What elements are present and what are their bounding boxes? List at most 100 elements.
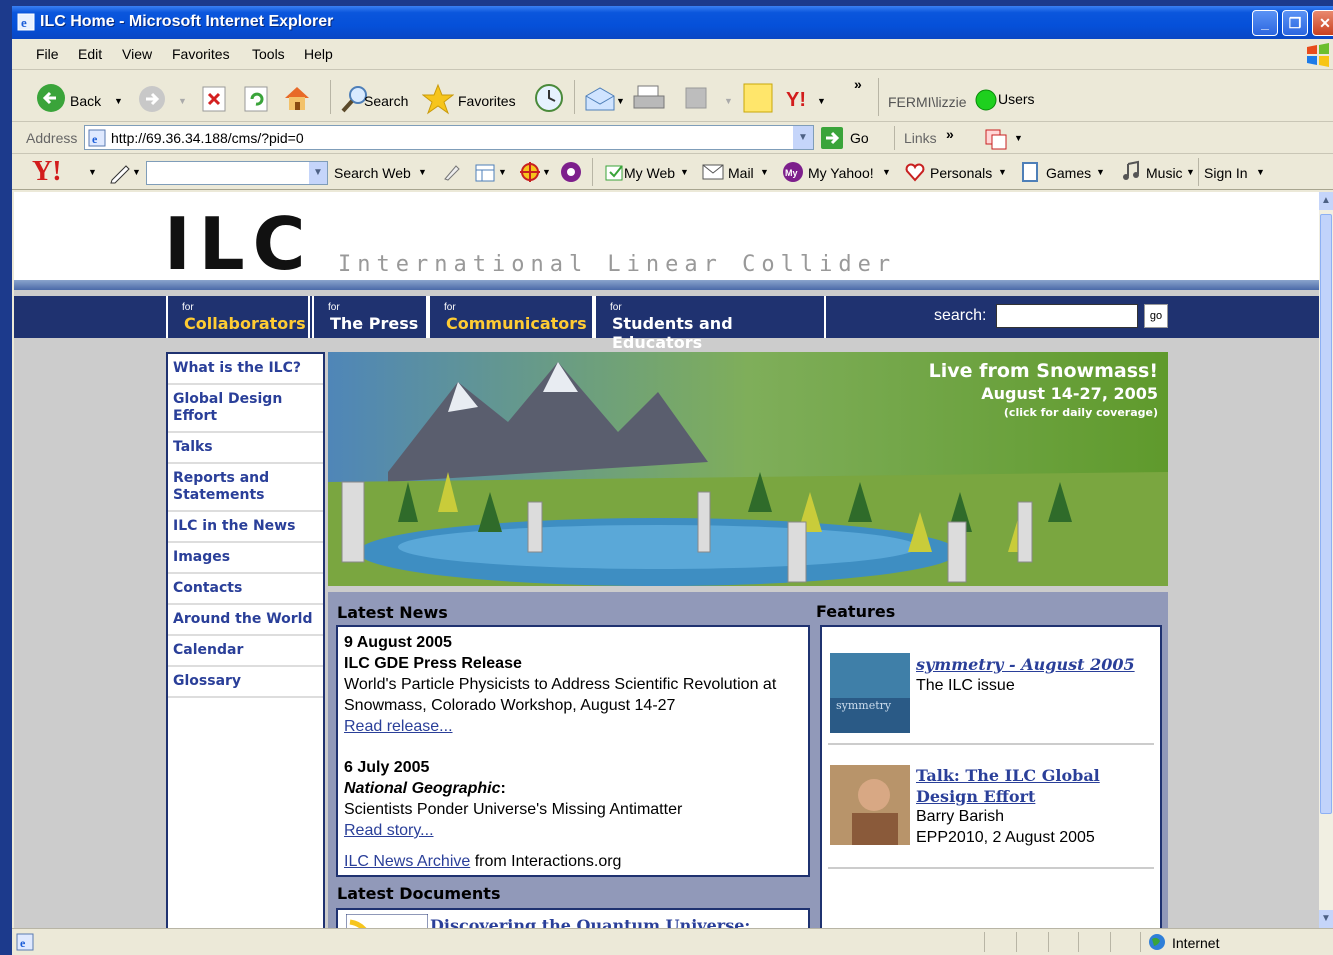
news-archive-link[interactable]: ILC News Archive — [344, 853, 470, 870]
nav-tab-press[interactable]: for The Press — [312, 296, 428, 338]
menu-favorites[interactable]: Favorites — [172, 46, 230, 62]
go-button[interactable]: Go — [850, 130, 869, 146]
symmetry-link[interactable]: symmetry - August 2005 — [916, 655, 1135, 674]
my-web-dropdown-icon[interactable]: ▼ — [680, 167, 689, 177]
sidebar-item-ilc-in-news[interactable]: ILC in the News — [168, 512, 323, 543]
toolbar-more[interactable]: » — [854, 76, 862, 92]
sidebar-item-global-design-effort[interactable]: Global Design Effort — [168, 385, 323, 433]
translate-icon[interactable] — [984, 128, 1008, 150]
search-web-dropdown-icon[interactable]: ▼ — [418, 167, 427, 177]
users-button[interactable]: Users — [998, 91, 1035, 107]
nav-tab-communicators[interactable]: for Communicators — [428, 296, 594, 338]
restore-button[interactable]: ❐ — [1282, 10, 1308, 36]
pencil-dropdown-icon[interactable]: ▼ — [132, 167, 141, 177]
sidebar-item-images[interactable]: Images — [168, 543, 323, 574]
home-icon[interactable] — [282, 84, 312, 112]
personals-icon[interactable] — [904, 162, 926, 182]
target-dropdown-icon[interactable]: ▼ — [542, 167, 551, 177]
translate-dropdown-icon[interactable]: ▼ — [1014, 133, 1023, 143]
yahoo-search-input[interactable]: ▼ — [146, 161, 328, 185]
site-search-input[interactable] — [996, 304, 1138, 328]
menu-edit[interactable]: Edit — [78, 46, 102, 62]
layout-dropdown-icon[interactable]: ▼ — [498, 167, 507, 177]
sidebar-item-what-is-ilc[interactable]: What is the ILC? — [168, 354, 323, 385]
minimize-button[interactable]: _ — [1252, 10, 1278, 36]
favorites-icon[interactable] — [422, 83, 454, 115]
site-search-go-button[interactable]: go — [1144, 304, 1168, 328]
personals-button[interactable]: Personals — [930, 165, 992, 181]
favorites-button[interactable]: Favorites — [458, 93, 516, 109]
vertical-scrollbar[interactable]: ▲ ▼ — [1319, 192, 1333, 928]
sidebar-item-talks[interactable]: Talks — [168, 433, 323, 464]
music-button[interactable]: Music — [1146, 165, 1183, 181]
forward-dropdown-icon[interactable]: ▼ — [178, 96, 187, 106]
search-web-button[interactable]: Search Web — [334, 165, 411, 181]
music-icon[interactable] — [1120, 160, 1142, 182]
yahoo-mail-button[interactable]: Mail — [728, 165, 754, 181]
document-thumbnail[interactable] — [346, 914, 428, 928]
search-button[interactable]: Search — [364, 93, 408, 109]
mail-envelope-icon[interactable] — [702, 164, 724, 180]
games-icon[interactable] — [1020, 161, 1042, 183]
address-input[interactable]: e http://69.36.34.188/cms/?pid=0 ▼ — [84, 125, 814, 150]
games-dropdown-icon[interactable]: ▼ — [1096, 167, 1105, 177]
menu-file[interactable]: File — [36, 46, 59, 62]
talk-link[interactable]: Talk: The ILC Global Design Effort — [916, 765, 1152, 807]
mail-icon[interactable] — [584, 84, 618, 112]
my-web-icon[interactable] — [604, 162, 626, 182]
games-button[interactable]: Games — [1046, 165, 1091, 181]
scroll-up-icon[interactable]: ▲ — [1319, 192, 1333, 210]
personals-dropdown-icon[interactable]: ▼ — [998, 167, 1007, 177]
back-button[interactable]: Back — [70, 93, 101, 109]
stop-icon[interactable] — [202, 86, 226, 112]
scroll-down-icon[interactable]: ▼ — [1319, 910, 1333, 928]
layout-icon[interactable] — [474, 162, 496, 184]
refresh-icon[interactable] — [244, 86, 268, 112]
read-release-link[interactable]: Read release... — [344, 718, 453, 735]
mail-dropdown-icon[interactable]: ▼ — [616, 96, 625, 106]
target-icon[interactable] — [518, 160, 542, 184]
sidebar-item-around-world[interactable]: Around the World — [168, 605, 323, 636]
yahoo-logo[interactable]: Y! — [32, 156, 62, 188]
yahoo-dropdown-icon[interactable]: ▼ — [817, 96, 826, 106]
symmetry-thumbnail[interactable]: symmetry — [830, 653, 910, 733]
pencil-icon[interactable] — [108, 160, 132, 184]
highlight-icon[interactable] — [442, 162, 462, 182]
yahoo-messenger-icon[interactable]: Y! — [784, 84, 814, 112]
menu-tools[interactable]: Tools — [252, 46, 285, 62]
links-label[interactable]: Links — [904, 130, 937, 146]
menu-view[interactable]: View — [122, 46, 152, 62]
my-yahoo-dropdown-icon[interactable]: ▼ — [882, 167, 891, 177]
sidebar-item-glossary[interactable]: Glossary — [168, 667, 323, 698]
back-dropdown-icon[interactable]: ▼ — [114, 96, 123, 106]
forward-icon[interactable] — [138, 85, 166, 113]
sign-in-button[interactable]: Sign In — [1204, 165, 1248, 181]
search-history-dropdown-icon[interactable]: ▼ — [309, 162, 327, 184]
nav-tab-students[interactable]: for Students and Educators — [594, 296, 826, 352]
edit-dropdown-icon[interactable]: ▼ — [724, 96, 733, 106]
history-icon[interactable] — [534, 83, 564, 113]
my-yahoo-button[interactable]: My Yahoo! — [808, 165, 874, 181]
address-dropdown-icon[interactable]: ▼ — [793, 126, 813, 149]
sidebar-item-reports[interactable]: Reports and Statements — [168, 464, 323, 512]
edit-icon[interactable] — [684, 86, 708, 110]
back-icon[interactable] — [36, 83, 66, 113]
document-title-link[interactable]: Discovering the Quantum Universe: — [430, 916, 750, 928]
sidebar-item-contacts[interactable]: Contacts — [168, 574, 323, 605]
go-arrow-icon[interactable] — [820, 126, 844, 150]
sidebar-item-calendar[interactable]: Calendar — [168, 636, 323, 667]
print-icon[interactable] — [632, 82, 666, 114]
snowmass-banner[interactable]: Live from Snowmass! August 14-27, 2005 (… — [328, 352, 1168, 586]
menu-help[interactable]: Help — [304, 46, 333, 62]
users-status-icon[interactable] — [974, 88, 998, 112]
radio-icon[interactable] — [560, 161, 582, 183]
speaker-photo[interactable] — [830, 765, 910, 845]
my-yahoo-icon[interactable]: My — [782, 161, 804, 183]
links-more[interactable]: » — [946, 126, 954, 142]
my-web-button[interactable]: My Web — [624, 165, 675, 181]
messenger-icon[interactable] — [742, 82, 774, 114]
site-logo[interactable]: ILC — [164, 208, 314, 280]
nav-tab-collaborators[interactable]: for Collaborators — [166, 296, 310, 338]
music-dropdown-icon[interactable]: ▼ — [1186, 167, 1195, 177]
read-story-link[interactable]: Read story... — [344, 822, 434, 839]
